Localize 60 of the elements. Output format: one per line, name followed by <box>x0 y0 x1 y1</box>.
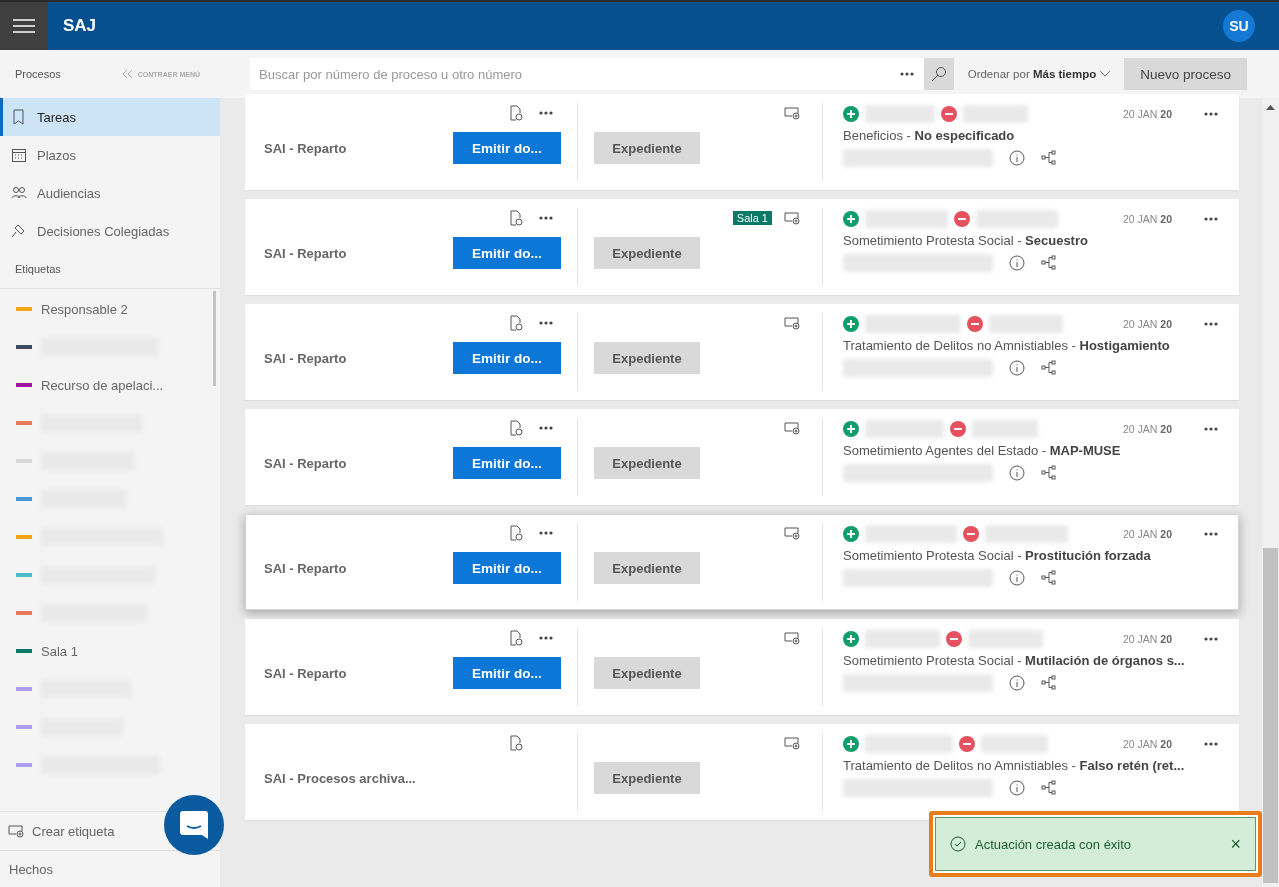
emit-button[interactable]: Emitir do... <box>453 447 561 479</box>
emit-button[interactable]: Emitir do... <box>453 552 561 584</box>
create-tag-link[interactable]: Crear etiqueta <box>8 823 115 839</box>
emit-button[interactable]: Emitir do... <box>453 237 561 269</box>
subject-text: Sometimiento Protesta Social - Secuestro <box>843 233 1089 248</box>
process-card[interactable]: SAI - Reparto Emitir do... Expediente 20 JAN 20 Sometimiento Agentes del Estado - MAP-MUSE <box>245 409 1239 505</box>
date-label: 20 JAN 20 <box>1122 423 1172 435</box>
nav-item[interactable]: Audiencias <box>0 174 220 212</box>
section-label: Procesos <box>15 68 61 80</box>
tag-item[interactable]: Recurso de apelaci... <box>0 366 220 404</box>
subject-text: Beneficios - No especificado <box>843 128 1016 143</box>
sort-dropdown[interactable]: Ordenar por Más tiempo <box>967 68 1111 80</box>
tag-item[interactable]: Responsable 2 <box>0 290 220 328</box>
process-title: SAI - Reparto <box>264 350 348 366</box>
date-label: 20 JAN 20 <box>1122 738 1172 750</box>
process-card[interactable]: SAI - Reparto Emitir do... Expediente 20 JAN 20 Beneficios - No especificado <box>245 94 1239 190</box>
subject-text: Tratamiento de Delitos no Amnistiables - Falso retén (ret... <box>843 758 1186 773</box>
tag-item[interactable]: Sala 1 <box>0 632 220 670</box>
subject-text: Sometimiento Protesta Social - Mutilación de órganos s... <box>843 653 1186 668</box>
date-label: 20 JAN 20 <box>1122 318 1172 330</box>
process-card[interactable]: SAI - Reparto Emitir do... Expediente 20 JAN 20 Tratamiento de Delitos no Amnistiables - Hostigamiento <box>245 304 1239 400</box>
file-button[interactable]: Expediente <box>594 447 700 479</box>
process-card[interactable]: SAI - Reparto Emitir do... Sala 1 Expediente 20 JAN 20 Sometimiento Protesta Social - Secuestro <box>245 199 1239 295</box>
footer-label: Hechos <box>8 860 55 879</box>
close-button[interactable]: × <box>1230 833 1241 855</box>
process-title: SAI - Reparto <box>264 140 348 156</box>
process-title: SAI - Reparto <box>264 455 348 471</box>
subject-text: Tratamiento de Delitos no Amnistiables - Hostigamiento <box>843 338 1171 353</box>
process-card[interactable]: SAI - Reparto Emitir do... Expediente 20 JAN 20 Sometimiento Protesta Social - Mutilación de órganos s... <box>245 619 1239 715</box>
date-label: 20 JAN 20 <box>1122 528 1172 540</box>
date-label: 20 JAN 20 <box>1122 108 1172 120</box>
emit-button[interactable]: Emitir do... <box>453 132 561 164</box>
nav-item[interactable]: Tareas <box>0 98 220 136</box>
date-label: 20 JAN 20 <box>1122 213 1172 225</box>
process-title: SAI - Reparto <box>264 560 348 576</box>
app-title: SAJ <box>63 16 98 36</box>
toast-message: Actuación creada con éxito <box>975 836 1133 852</box>
emit-button[interactable]: Emitir do... <box>453 657 561 689</box>
nav-item[interactable]: Plazos <box>0 136 220 174</box>
file-button[interactable]: Expediente <box>594 552 700 584</box>
date-label: 20 JAN 20 <box>1122 633 1172 645</box>
nav-item[interactable]: Decisiones Colegiadas <box>0 212 220 250</box>
process-title: SAI - Reparto <box>264 245 348 261</box>
user-avatar[interactable]: SU <box>1223 10 1255 42</box>
file-button[interactable]: Expediente <box>594 762 700 794</box>
file-button[interactable]: Expediente <box>594 342 700 374</box>
tag-chip: Sala 1 <box>732 211 772 225</box>
file-button[interactable]: Expediente <box>594 132 700 164</box>
process-card[interactable]: SAI - Reparto Emitir do... Expediente 20 JAN 20 Sometimiento Protesta Social - Prostitución forzada <box>245 514 1239 610</box>
subject-text: Sometimiento Protesta Social - Prostitución forzada <box>843 548 1152 563</box>
new-process-button[interactable]: Nuevo proceso <box>1124 58 1247 90</box>
process-title: SAI - Reparto <box>264 665 348 681</box>
section-label: Etiquetas <box>14 262 62 277</box>
subject-text: Sometimiento Agentes del Estado - MAP-MUSE <box>843 443 1122 458</box>
emit-button[interactable]: Emitir do... <box>453 342 561 374</box>
process-title: SAI - Procesos archiva... <box>264 770 417 786</box>
file-button[interactable]: Expediente <box>594 657 700 689</box>
process-card[interactable]: SAI - Procesos archiva... Expediente 20 JAN 20 Tratamiento de Delitos no Amnistiables - Falso retén (ret... <box>245 724 1239 820</box>
search-field[interactable]: Buscar por número de proceso u otro número <box>250 58 896 90</box>
file-button[interactable]: Expediente <box>594 237 700 269</box>
